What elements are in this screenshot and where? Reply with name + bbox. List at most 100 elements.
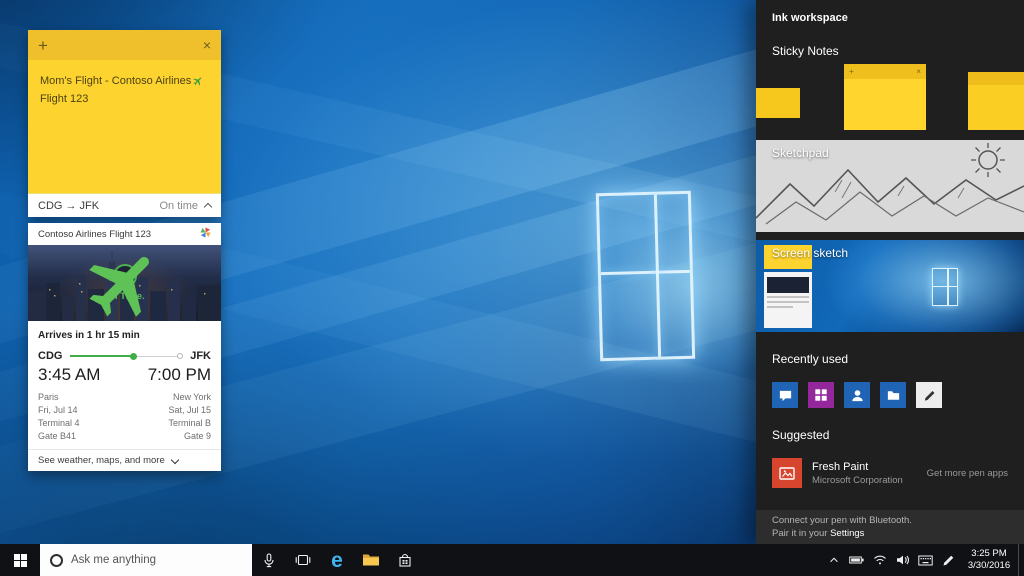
arrival-text: Arrives in 1 hr 15 min (38, 330, 211, 341)
sticky-note-thumb: + × (844, 64, 926, 130)
flight-insight-card: Contoso Airlines Flight 123 (28, 223, 221, 471)
painting-icon (778, 465, 796, 482)
route-summary: CDG → JFK (38, 200, 99, 212)
origin-code: CDG (38, 350, 62, 362)
clock-time: 3:25 PM (960, 548, 1018, 560)
recent-app-documents[interactable] (880, 382, 906, 408)
date-row: Fri, Jul 14 Sat, Jul 15 (38, 404, 211, 417)
volume-status[interactable] (891, 544, 914, 576)
taskbar-clock[interactable]: 3:25 PM 3/30/2016 (960, 548, 1018, 573)
store-button[interactable] (388, 544, 422, 576)
flight-card-header: Contoso Airlines Flight 123 (28, 223, 221, 245)
file-explorer-button[interactable] (354, 544, 388, 576)
pen-hint-line2: Pair it in your Settings (772, 528, 1008, 541)
microphone-button[interactable] (252, 544, 286, 576)
detail-rows: Paris New York Fri, Jul 14 Sat, Jul 15 T… (38, 391, 211, 443)
recently-used-apps (756, 370, 1024, 408)
plane-ring-icon (113, 264, 137, 288)
recent-app-pen[interactable] (916, 382, 942, 408)
pen-settings-button[interactable] (937, 544, 960, 576)
times-row: 3:45 AM 7:00 PM (38, 365, 211, 385)
suggested-app-row: Fresh Paint Microsoft Corporation Get mo… (756, 446, 1024, 488)
collapse-chevron-icon[interactable] (204, 203, 212, 211)
cortana-icon (50, 554, 63, 567)
mini-flight-card (764, 272, 812, 328)
system-tray: 3:25 PM 3/30/2016 (822, 544, 1024, 576)
windows-logo-window (596, 191, 695, 361)
battery-status[interactable] (845, 544, 868, 576)
destination-photo: On Time. (28, 245, 221, 321)
recent-app-messaging[interactable] (772, 382, 798, 408)
speaker-icon (896, 554, 910, 566)
panel-title: Ink workspace (756, 0, 1024, 24)
sticky-note-header: + × (28, 30, 221, 60)
destination-code: JFK (190, 350, 211, 362)
task-view-button[interactable] (286, 544, 320, 576)
flight-icon (193, 76, 203, 92)
sticky-note-thumb (756, 88, 800, 118)
edge-icon: e (331, 550, 343, 571)
get-more-pen-apps-link[interactable]: Get more pen apps (927, 468, 1008, 479)
on-time-badge: On Time. (28, 245, 221, 321)
settings-link[interactable]: Settings (830, 528, 864, 539)
network-status[interactable] (868, 544, 891, 576)
expand-chevron-icon (171, 455, 179, 463)
screen-sketch-label: Screen sketch (772, 246, 848, 260)
screen: + × Mom's Flight - Contoso Airlines Flig… (0, 0, 1024, 576)
clock-date: 3/30/2016 (960, 560, 1018, 572)
person-icon (850, 388, 865, 403)
flight-title: Contoso Airlines Flight 123 (38, 229, 151, 240)
departure-time: 3:45 AM (38, 365, 100, 385)
screen-sketch-preview[interactable]: Screen sketch (756, 240, 1024, 332)
suggested-app-publisher: Microsoft Corporation (812, 475, 903, 486)
flight-insight-strip[interactable]: CDG → JFK On time (28, 193, 221, 217)
gate-row: Gate B41 Gate 9 (38, 430, 211, 443)
wifi-icon (873, 554, 887, 566)
taskbar: e (0, 544, 1024, 576)
close-note-button[interactable]: × (203, 38, 211, 52)
touch-keyboard-button[interactable] (914, 544, 937, 576)
recently-used-label: Recently used (772, 352, 1008, 366)
tray-overflow-button[interactable] (822, 544, 845, 576)
store-bag-icon (397, 553, 413, 568)
suggested-label: Suggested (772, 428, 1008, 442)
pen-icon (922, 388, 937, 403)
fresh-paint-app-icon[interactable] (772, 458, 802, 488)
add-note-button[interactable]: + (38, 37, 48, 54)
start-button[interactable] (0, 544, 40, 576)
battery-icon (849, 554, 864, 566)
mini-add-icon: + (849, 67, 854, 76)
sketchpad-preview[interactable]: Sketchpad (756, 140, 1024, 232)
sticky-note[interactable]: + × Mom's Flight - Contoso Airlines Flig… (28, 30, 221, 217)
chat-icon (778, 388, 793, 403)
suggested-app-info[interactable]: Fresh Paint Microsoft Corporation (812, 461, 903, 486)
cortana-search-box[interactable] (40, 544, 252, 576)
grid-icon (814, 388, 828, 402)
route-row: CDG JFK (38, 350, 211, 362)
pen-pairing-hint: Connect your pen with Bluetooth. Pair it… (756, 510, 1024, 544)
search-input[interactable] (71, 554, 231, 566)
task-view-icon (295, 553, 311, 567)
mini-close-icon: × (916, 67, 921, 76)
sticky-note-stack: + × Mom's Flight - Contoso Airlines Flig… (28, 30, 221, 471)
suggested-app-name: Fresh Paint (812, 461, 903, 473)
chevron-up-icon (828, 554, 840, 566)
sticky-notes-preview[interactable]: + × (756, 62, 1024, 130)
ink-workspace-panel: Ink workspace Sticky Notes + × Sketchpad (756, 0, 1024, 544)
arrival-time: 7:00 PM (148, 365, 211, 385)
flight-progress-line (70, 352, 182, 361)
sketchpad-label: Sketchpad (772, 146, 829, 160)
show-desktop-button[interactable] (1018, 544, 1024, 576)
windows-logo-icon (14, 554, 27, 567)
see-more-link[interactable]: See weather, maps, and more (28, 449, 221, 471)
pen-tray-icon (942, 554, 955, 567)
sticky-notes-label: Sticky Notes (772, 44, 1008, 58)
recent-app-people[interactable] (844, 382, 870, 408)
recent-app-onenote[interactable] (808, 382, 834, 408)
edge-browser-button[interactable]: e (320, 544, 354, 576)
sticky-note-text[interactable]: Mom's Flight - Contoso Airlines Flight 1… (28, 60, 221, 193)
keyboard-icon (918, 555, 933, 566)
mini-window-glyph (932, 268, 958, 306)
file-explorer-icon (362, 553, 380, 567)
flight-status: On time (159, 200, 211, 212)
